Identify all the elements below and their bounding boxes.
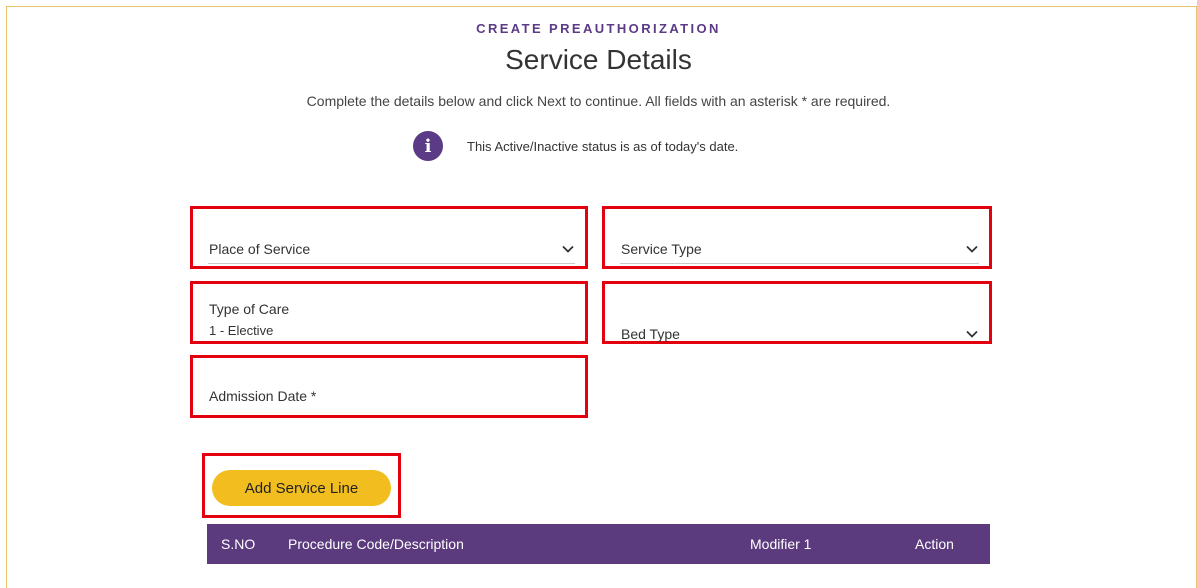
place-of-service-select[interactable]: Place of Service — [190, 206, 588, 269]
chevron-down-icon — [966, 330, 978, 338]
column-header-modifier: Modifier 1 — [750, 536, 812, 552]
bed-type-label: Bed Type — [621, 326, 680, 342]
type-of-care-value: 1 - Elective — [209, 323, 274, 338]
info-icon: i — [413, 131, 443, 161]
admission-date-label: Admission Date * — [209, 388, 317, 404]
column-header-procedure: Procedure Code/Description — [288, 536, 464, 552]
status-notice: i This Active/Inactive status is as of t… — [413, 131, 738, 161]
page-title: Service Details — [505, 44, 692, 75]
admission-date-input[interactable]: Admission Date * — [190, 355, 588, 418]
column-header-sno: S.NO — [221, 536, 256, 552]
type-of-care-label: Type of Care — [209, 301, 290, 317]
type-of-care-field[interactable]: Type of Care 1 - Elective — [190, 281, 588, 344]
add-service-line-highlight: Add Service Line — [202, 453, 401, 518]
bed-type-select[interactable]: Bed Type — [602, 281, 992, 344]
page-eyebrow: CREATE PREAUTHORIZATION — [476, 21, 721, 36]
field-underline — [208, 263, 575, 264]
column-header-action: Action — [915, 536, 954, 552]
place-of-service-label: Place of Service — [209, 241, 311, 257]
page-subtitle: Complete the details below and click Nex… — [306, 93, 891, 109]
status-notice-text: This Active/Inactive status is as of tod… — [467, 138, 739, 154]
service-type-select[interactable]: Service Type — [602, 206, 992, 269]
chevron-down-icon — [562, 245, 574, 253]
field-underline — [620, 263, 979, 264]
service-lines-table-header: S.NO Procedure Code/Description Modifier… — [207, 524, 990, 564]
chevron-down-icon — [966, 245, 978, 253]
add-service-line-button[interactable]: Add Service Line — [212, 470, 391, 506]
service-type-label: Service Type — [621, 241, 702, 257]
